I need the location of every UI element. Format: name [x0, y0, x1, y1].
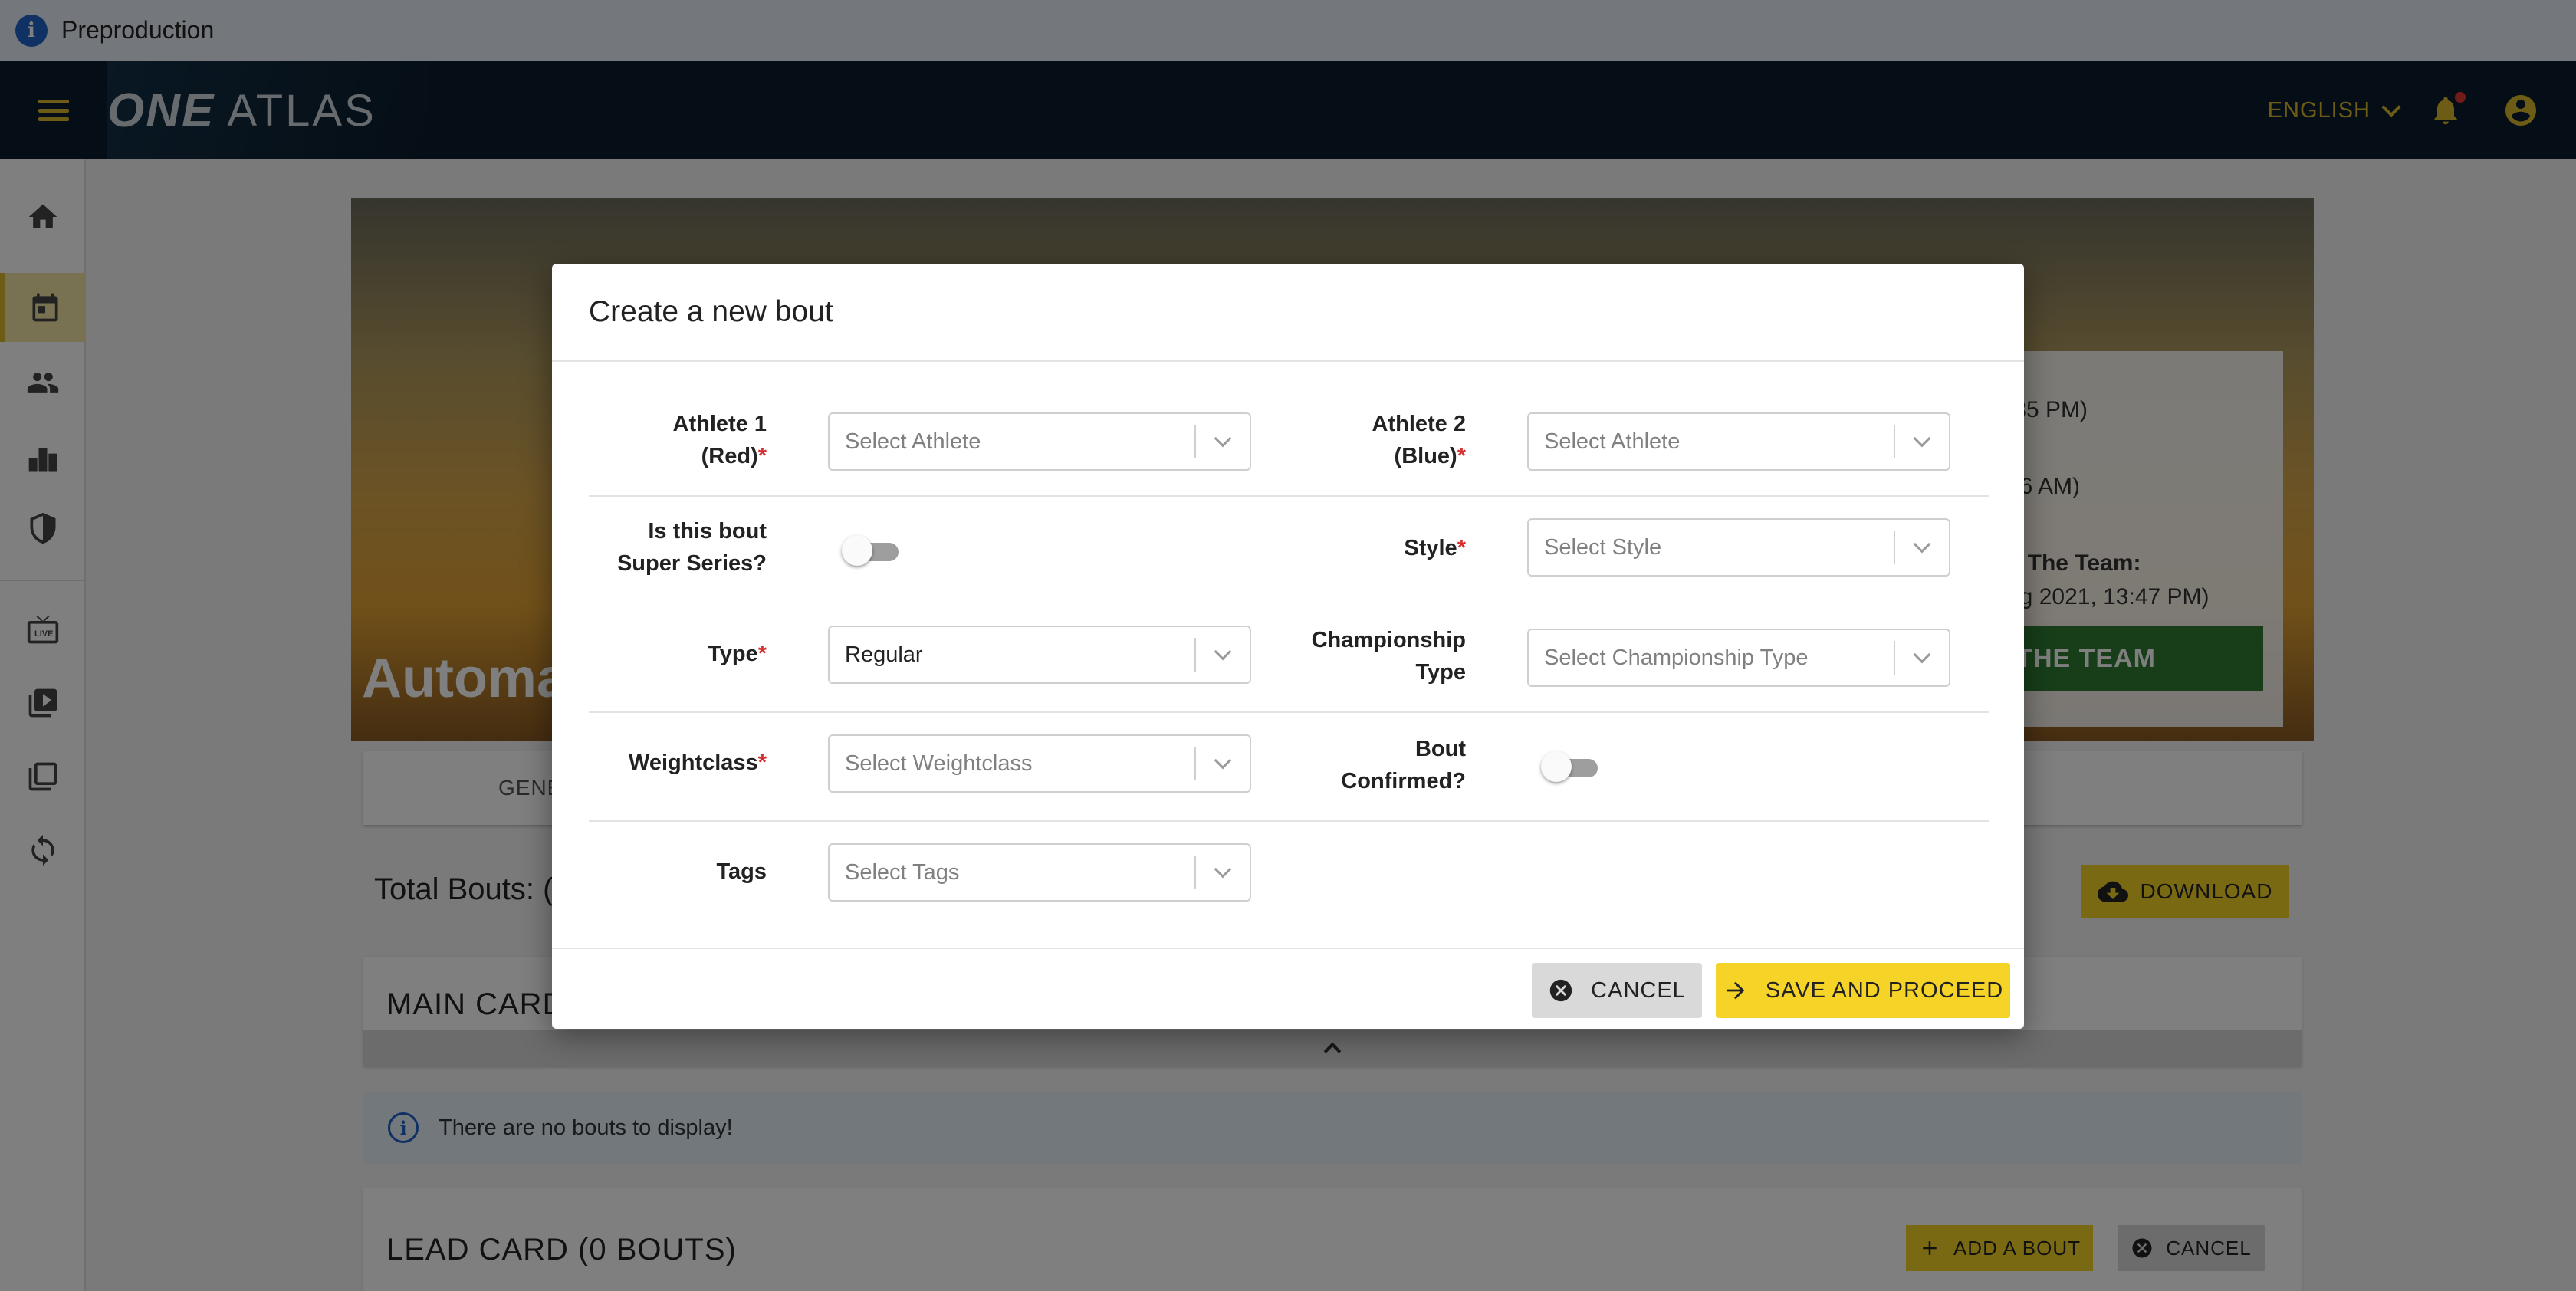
cancel-icon — [1550, 979, 1572, 1002]
label-line: Athlete 2 — [1372, 412, 1466, 436]
type-label: Type* — [589, 638, 767, 670]
required-asterisk: * — [1457, 536, 1466, 560]
chevron-down-icon[interactable] — [1196, 736, 1250, 791]
label-line: Tags — [716, 859, 767, 884]
select-placeholder: Select Championship Type — [1544, 645, 1809, 670]
label-line: Style — [1404, 536, 1457, 560]
type-select[interactable]: Regular — [828, 626, 1251, 684]
chevron-down-icon[interactable] — [1895, 414, 1949, 469]
chevron-down-icon[interactable] — [1196, 414, 1250, 469]
style-select[interactable]: Select Style — [1527, 518, 1950, 577]
label-line: Confirmed? — [1341, 769, 1466, 793]
label-line: Type — [1415, 660, 1466, 685]
required-asterisk: * — [1457, 444, 1466, 468]
label-line: (Red) — [701, 444, 758, 468]
label-line: Athlete 1 — [672, 412, 767, 436]
create-bout-dialog: Create a new bout Athlete 1 (Red)* Selec… — [552, 264, 2024, 1029]
super-series-toggle[interactable] — [842, 534, 902, 567]
label-line: Type — [708, 642, 758, 666]
dialog-title: Create a new bout — [589, 295, 833, 328]
bout-confirmed-label: Bout Confirmed? — [1288, 733, 1466, 797]
chevron-down-icon[interactable] — [1895, 630, 1949, 685]
arrow-forward-icon — [1727, 981, 1745, 1000]
required-asterisk: * — [757, 642, 767, 666]
select-placeholder: Select Style — [1544, 534, 1662, 560]
cancel-label: CANCEL — [1591, 977, 1686, 1003]
super-series-label: Is this bout Super Series? — [589, 515, 767, 580]
label-line: Super Series? — [616, 551, 767, 576]
required-asterisk: * — [757, 444, 767, 468]
save-and-proceed-button[interactable]: SAVE AND PROCEED — [1716, 963, 2010, 1018]
required-asterisk: * — [757, 751, 767, 775]
select-placeholder: Select Weightclass — [845, 751, 1033, 776]
chevron-down-icon[interactable] — [1196, 627, 1250, 682]
bout-confirmed-toggle[interactable] — [1541, 750, 1601, 783]
label-line: (Blue) — [1394, 444, 1457, 468]
chevron-down-icon[interactable] — [1196, 845, 1250, 900]
athlete2-label: Athlete 2 (Blue)* — [1288, 408, 1466, 472]
label-line: Weightclass — [629, 751, 758, 775]
select-placeholder: Select Athlete — [1544, 429, 1681, 454]
style-label: Style* — [1288, 532, 1466, 564]
label-line: Bout — [1414, 737, 1466, 761]
save-label: SAVE AND PROCEED — [1765, 977, 2004, 1003]
athlete2-select[interactable]: Select Athlete — [1527, 412, 1950, 471]
tags-select[interactable]: Select Tags — [828, 843, 1251, 902]
label-line: Championship — [1311, 628, 1466, 652]
select-placeholder: Select Athlete — [845, 429, 981, 454]
athlete1-label: Athlete 1 (Red)* — [589, 408, 767, 472]
weightclass-select[interactable]: Select Weightclass — [828, 734, 1251, 793]
select-placeholder: Select Tags — [845, 859, 960, 885]
championship-type-select[interactable]: Select Championship Type — [1527, 629, 1950, 687]
label-line: Is this bout — [648, 519, 767, 544]
championship-type-label: Championship Type — [1288, 624, 1466, 688]
chevron-down-icon[interactable] — [1895, 520, 1949, 575]
weightclass-label: Weightclass* — [589, 747, 767, 779]
dialog-header: Create a new bout — [552, 264, 2024, 362]
athlete1-select[interactable]: Select Athlete — [828, 412, 1251, 471]
select-value: Regular — [845, 642, 923, 667]
tags-label: Tags — [589, 856, 767, 888]
cancel-button[interactable]: CANCEL — [1532, 963, 1702, 1018]
